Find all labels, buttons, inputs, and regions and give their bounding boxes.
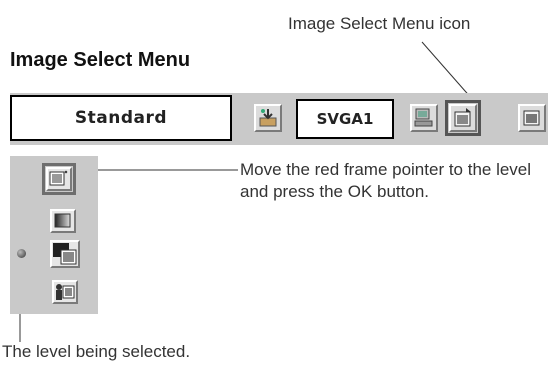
image-mode-display[interactable]: Standard [10, 95, 232, 141]
pointer-instruction-text: Move the red frame pointer to the level … [240, 160, 532, 201]
image-select-menu-icon[interactable] [445, 100, 481, 136]
input-display[interactable]: SVGA1 [296, 99, 394, 139]
selected-level-dot [17, 249, 26, 258]
input-source-icon[interactable] [254, 104, 282, 132]
real-level-icon[interactable] [50, 240, 80, 268]
standard-level-icon[interactable] [46, 167, 72, 191]
section-title: Image Select Menu [10, 49, 191, 71]
pc-adjust-icon[interactable] [410, 104, 438, 132]
image-level-icon[interactable] [52, 280, 78, 304]
image-adjust-icon[interactable] [518, 104, 546, 132]
level-selected-callout: The level being selected. [2, 342, 191, 361]
natural-level-icon[interactable] [50, 209, 76, 233]
